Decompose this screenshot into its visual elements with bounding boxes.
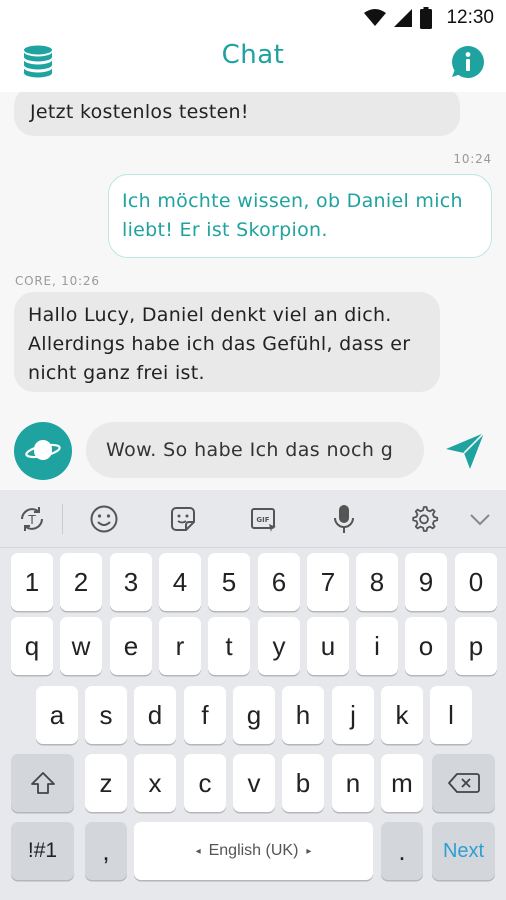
key-u[interactable]: u bbox=[307, 617, 349, 675]
key-p[interactable]: p bbox=[455, 617, 497, 675]
key-1[interactable]: 1 bbox=[11, 553, 53, 611]
send-icon bbox=[446, 432, 485, 469]
key-a[interactable]: a bbox=[36, 686, 78, 744]
status-bar: 12:30 bbox=[0, 0, 506, 36]
status-time: 12:30 bbox=[446, 7, 494, 28]
settings-button[interactable] bbox=[405, 501, 443, 537]
key-e[interactable]: e bbox=[110, 617, 152, 675]
gif-button[interactable]: GIF bbox=[245, 501, 283, 537]
symbols-key[interactable]: !#1 bbox=[11, 822, 74, 880]
chevron-left-icon: ◂ bbox=[195, 845, 201, 857]
toolbar-divider bbox=[62, 504, 63, 534]
chat-area: Jetzt kostenlos testen! 10:24 Ich möchte… bbox=[0, 92, 506, 490]
emoji-icon bbox=[90, 505, 118, 533]
key-y[interactable]: y bbox=[258, 617, 300, 675]
key-w[interactable]: w bbox=[60, 617, 102, 675]
key-r[interactable]: r bbox=[159, 617, 201, 675]
key-9[interactable]: 9 bbox=[405, 553, 447, 611]
key-i[interactable]: i bbox=[356, 617, 398, 675]
emoji-button[interactable] bbox=[85, 501, 123, 537]
key-o[interactable]: o bbox=[405, 617, 447, 675]
status-icons: 12:30 bbox=[364, 6, 494, 30]
key-n[interactable]: n bbox=[332, 754, 374, 812]
key-f[interactable]: f bbox=[184, 686, 226, 744]
keyboard: T GIF 1 2 3 4 5 6 7 8 9 0 q w e r t y u … bbox=[0, 490, 506, 900]
svg-text:GIF: GIF bbox=[256, 516, 269, 524]
sticker-icon bbox=[171, 507, 195, 531]
sticker-button[interactable] bbox=[164, 501, 202, 537]
send-button[interactable] bbox=[440, 426, 490, 476]
key-h[interactable]: h bbox=[282, 686, 324, 744]
wifi-icon bbox=[364, 9, 387, 26]
info-icon bbox=[452, 46, 484, 78]
space-label-group: ◂ English (UK) ▸ bbox=[196, 842, 312, 860]
app-header: Chat bbox=[0, 36, 506, 92]
collapse-keyboard-button[interactable] bbox=[461, 501, 499, 537]
message-timestamp: CORE, 10:26 bbox=[15, 274, 100, 288]
period-key[interactable]: . bbox=[381, 822, 423, 880]
key-0[interactable]: 0 bbox=[455, 553, 497, 611]
battery-icon bbox=[420, 7, 433, 29]
message-bubble-core: Jetzt kostenlos testen! bbox=[14, 92, 460, 136]
shift-key[interactable] bbox=[11, 754, 74, 812]
key-x[interactable]: x bbox=[134, 754, 176, 812]
key-v[interactable]: v bbox=[233, 754, 275, 812]
key-s[interactable]: s bbox=[85, 686, 127, 744]
info-button[interactable] bbox=[448, 42, 488, 82]
key-z[interactable]: z bbox=[85, 754, 127, 812]
key-j[interactable]: j bbox=[332, 686, 374, 744]
key-7[interactable]: 7 bbox=[307, 553, 349, 611]
key-m[interactable]: m bbox=[381, 754, 423, 812]
backspace-key[interactable] bbox=[432, 754, 495, 812]
svg-text:T: T bbox=[27, 513, 36, 527]
key-c[interactable]: c bbox=[184, 754, 226, 812]
chevron-down-icon bbox=[470, 514, 490, 526]
key-6[interactable]: 6 bbox=[258, 553, 300, 611]
message-text: Hallo Lucy, Daniel denkt viel an dich. A… bbox=[28, 304, 411, 384]
key-l[interactable]: l bbox=[430, 686, 472, 744]
key-d[interactable]: d bbox=[134, 686, 176, 744]
space-key[interactable]: ◂ English (UK) ▸ bbox=[134, 822, 373, 880]
key-2[interactable]: 2 bbox=[60, 553, 102, 611]
translate-icon: T bbox=[21, 507, 43, 531]
key-b[interactable]: b bbox=[282, 754, 324, 812]
message-input[interactable]: Wow. So habe Ich das noch g bbox=[86, 422, 424, 478]
signal-icon bbox=[394, 9, 413, 27]
planet-icon bbox=[25, 440, 61, 460]
shift-icon bbox=[30, 772, 55, 794]
gear-icon bbox=[412, 506, 439, 532]
backspace-icon bbox=[447, 773, 480, 793]
key-g[interactable]: g bbox=[233, 686, 275, 744]
key-4[interactable]: 4 bbox=[159, 553, 201, 611]
keyboard-language-label: English (UK) bbox=[208, 842, 299, 859]
message-text: Jetzt kostenlos testen! bbox=[30, 101, 249, 123]
key-8[interactable]: 8 bbox=[356, 553, 398, 611]
planet-avatar-button[interactable] bbox=[14, 422, 72, 480]
comma-key[interactable]: , bbox=[85, 822, 127, 880]
gif-icon: GIF bbox=[251, 508, 276, 532]
key-5[interactable]: 5 bbox=[208, 553, 250, 611]
message-text: Ich möchte wissen, ob Daniel mich liebt!… bbox=[122, 190, 463, 241]
chevron-right-icon: ▸ bbox=[306, 845, 312, 857]
translate-button[interactable]: T bbox=[13, 501, 51, 537]
message-timestamp: 10:24 bbox=[453, 152, 492, 166]
key-t[interactable]: t bbox=[208, 617, 250, 675]
key-q[interactable]: q bbox=[11, 617, 53, 675]
key-3[interactable]: 3 bbox=[110, 553, 152, 611]
key-k[interactable]: k bbox=[381, 686, 423, 744]
page-title: Chat bbox=[221, 40, 285, 70]
message-bubble-core: Hallo Lucy, Daniel denkt viel an dich. A… bbox=[14, 292, 440, 392]
microphone-button[interactable] bbox=[325, 501, 363, 537]
message-bubble-user: Ich möchte wissen, ob Daniel mich liebt!… bbox=[108, 174, 492, 258]
next-key[interactable]: Next bbox=[432, 822, 495, 880]
microphone-icon bbox=[334, 505, 354, 533]
keyboard-toolbar: T GIF bbox=[0, 490, 506, 548]
